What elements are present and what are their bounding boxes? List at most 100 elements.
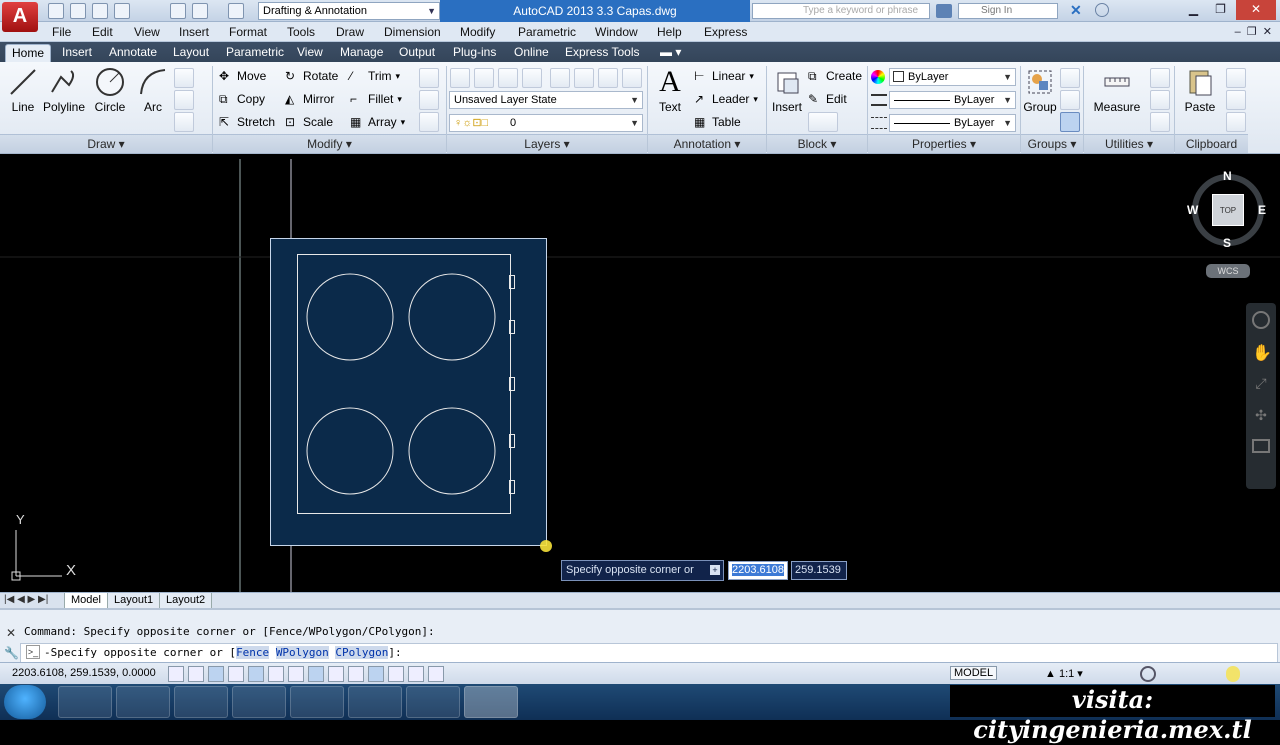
undo-icon[interactable]	[192, 3, 208, 19]
modify-panel-title[interactable]: Modify ▾	[213, 134, 446, 153]
workspace-switch-icon[interactable]	[1140, 666, 1156, 682]
annotation-panel-title[interactable]: Annotation ▾	[648, 134, 766, 153]
showmotion-icon[interactable]	[1252, 439, 1270, 453]
new-icon[interactable]	[48, 3, 64, 19]
trim-button[interactable]: ⁄ Trim ▾	[350, 67, 400, 85]
tab-plug-ins[interactable]: Plug-ins	[447, 44, 502, 62]
menu-draw[interactable]: Draw	[336, 25, 364, 39]
lineweight-dropdown[interactable]: ByLayer ▼	[889, 114, 1016, 132]
offset-icon[interactable]	[419, 112, 439, 132]
lineweight-toggle-icon[interactable]	[368, 666, 384, 682]
cut-icon[interactable]	[1226, 68, 1246, 88]
explorer-taskbar-icon[interactable]	[174, 686, 228, 718]
edit-block-button[interactable]: ✎ Edit	[808, 90, 847, 108]
tab-layout1[interactable]: Layout1	[107, 593, 161, 609]
plot-icon[interactable]	[170, 3, 186, 19]
rotate-button[interactable]: ↻ Rotate	[285, 67, 338, 85]
mirror-button[interactable]: ◭ Mirror	[285, 90, 334, 108]
infer-constraints-icon[interactable]	[168, 666, 184, 682]
skype-taskbar-icon[interactable]	[348, 686, 402, 718]
workspace-dropdown[interactable]: Drafting & Annotation ▼	[258, 2, 440, 20]
match-properties-icon[interactable]	[871, 70, 885, 84]
selection-cycling-icon[interactable]	[428, 666, 444, 682]
redo-icon[interactable]	[228, 3, 244, 19]
drawing-canvas[interactable]: Y X TOP N S E W WCS ✋ ⤢ ✣	[0, 156, 1280, 592]
polyline-button[interactable]: Polyline	[42, 66, 86, 114]
powerpoint-taskbar-icon[interactable]	[58, 686, 112, 718]
layer-merge-icon[interactable]	[622, 68, 642, 88]
compass-south[interactable]: S	[1223, 236, 1231, 250]
copy-button[interactable]: ⧉ Copy	[219, 90, 265, 108]
quick-properties-icon[interactable]	[408, 666, 424, 682]
wcs-menu[interactable]: WCS	[1206, 264, 1250, 278]
block-panel-title[interactable]: Block ▾	[767, 134, 867, 153]
recent-commands-icon[interactable]: >_	[26, 645, 40, 659]
linetype-dropdown[interactable]: ByLayer ▼	[889, 91, 1016, 109]
group-edit-icon[interactable]	[1060, 90, 1080, 110]
internet-explorer-taskbar-icon[interactable]	[116, 686, 170, 718]
properties-panel-title[interactable]: Properties ▾	[868, 134, 1020, 153]
close-command-icon[interactable]: ✕	[6, 626, 16, 640]
start-button[interactable]	[4, 685, 46, 719]
polar-icon[interactable]	[248, 666, 264, 682]
chrome-taskbar-icon[interactable]	[232, 686, 286, 718]
isolate-objects-icon[interactable]	[1226, 666, 1240, 682]
draw-panel-title[interactable]: Draw ▾	[0, 134, 212, 153]
tab-view[interactable]: View	[291, 44, 329, 62]
binoculars-icon[interactable]	[936, 4, 952, 18]
copy-clip-icon[interactable]	[1226, 90, 1246, 110]
color-dropdown[interactable]: ByLayer ▼	[889, 68, 1016, 86]
media-player-taskbar-icon[interactable]	[290, 686, 344, 718]
dyn-icon[interactable]	[348, 666, 364, 682]
option-cpolygon[interactable]: CPolygon	[335, 646, 389, 659]
insert-button[interactable]: Insert	[770, 66, 804, 114]
annotation-scale[interactable]: ▲ 1:1 ▾	[1045, 667, 1083, 680]
hatch-icon[interactable]	[174, 90, 194, 110]
coordinate-readout[interactable]: 2203.6108, 259.1539, 0.0000	[12, 667, 156, 679]
fillet-button[interactable]: ⌐ Fillet ▾	[350, 90, 402, 108]
document-window-controls[interactable]: – ❐ ✕	[1235, 25, 1272, 38]
clipboard-panel-title[interactable]: Clipboard	[1175, 134, 1248, 153]
menu-modify[interactable]: Modify	[460, 25, 495, 39]
autocad-taskbar-icon[interactable]	[464, 686, 518, 718]
tab-parametric[interactable]: Parametric	[220, 44, 290, 62]
exchange-icon[interactable]: ✕	[1070, 3, 1084, 17]
compass-east[interactable]: E	[1258, 203, 1266, 217]
x-coordinate-input[interactable]: 2203.6108	[728, 561, 788, 580]
application-menu-button[interactable]: A	[2, 2, 38, 32]
orbit-icon[interactable]: ✣	[1252, 407, 1270, 425]
otrack-icon[interactable]	[308, 666, 324, 682]
move-button[interactable]: ✥ Move	[219, 67, 266, 85]
tab-express-tools[interactable]: Express Tools	[559, 44, 645, 62]
viewcube-top-face[interactable]: TOP	[1212, 194, 1244, 226]
text-button[interactable]: A Text	[652, 65, 688, 114]
tab-layout2[interactable]: Layout2	[159, 593, 213, 609]
maximize-button[interactable]: ❐	[1207, 0, 1234, 20]
compass-west[interactable]: W	[1187, 203, 1198, 217]
transparency-icon[interactable]	[388, 666, 404, 682]
model-space-toggle[interactable]: MODEL	[950, 666, 998, 680]
minimize-button[interactable]: ▁	[1180, 0, 1207, 20]
menu-dimension[interactable]: Dimension	[384, 25, 441, 39]
menu-help[interactable]: Help	[657, 25, 682, 39]
scale-button[interactable]: ⊡ Scale	[285, 113, 333, 131]
groups-panel-title[interactable]: Groups ▾	[1021, 134, 1083, 153]
table-button[interactable]: ▦ Table	[694, 113, 741, 131]
layers-panel-title[interactable]: Layers ▾	[447, 134, 647, 153]
attribute-icon[interactable]	[808, 112, 838, 132]
menu-parametric[interactable]: Parametric	[518, 25, 576, 39]
menu-tools[interactable]: Tools	[287, 25, 315, 39]
osnap-icon[interactable]	[268, 666, 284, 682]
save-icon[interactable]	[92, 3, 108, 19]
linear-button[interactable]: ⊢ Linear ▾	[694, 67, 754, 85]
tab-layout[interactable]: Layout	[167, 44, 215, 62]
menu-window[interactable]: Window	[595, 25, 638, 39]
menu-insert[interactable]: Insert	[179, 25, 209, 39]
option-fence[interactable]: Fence	[236, 646, 270, 659]
steering-wheel-icon[interactable]	[1252, 311, 1270, 329]
tab-output[interactable]: Output	[393, 44, 441, 62]
tab-online[interactable]: Online	[508, 44, 555, 62]
stretch-button[interactable]: ⇱ Stretch	[219, 113, 275, 131]
ribbon-toggle-icon[interactable]: ▬ ▾	[654, 44, 687, 62]
option-wpolygon[interactable]: WPolygon	[275, 646, 329, 659]
